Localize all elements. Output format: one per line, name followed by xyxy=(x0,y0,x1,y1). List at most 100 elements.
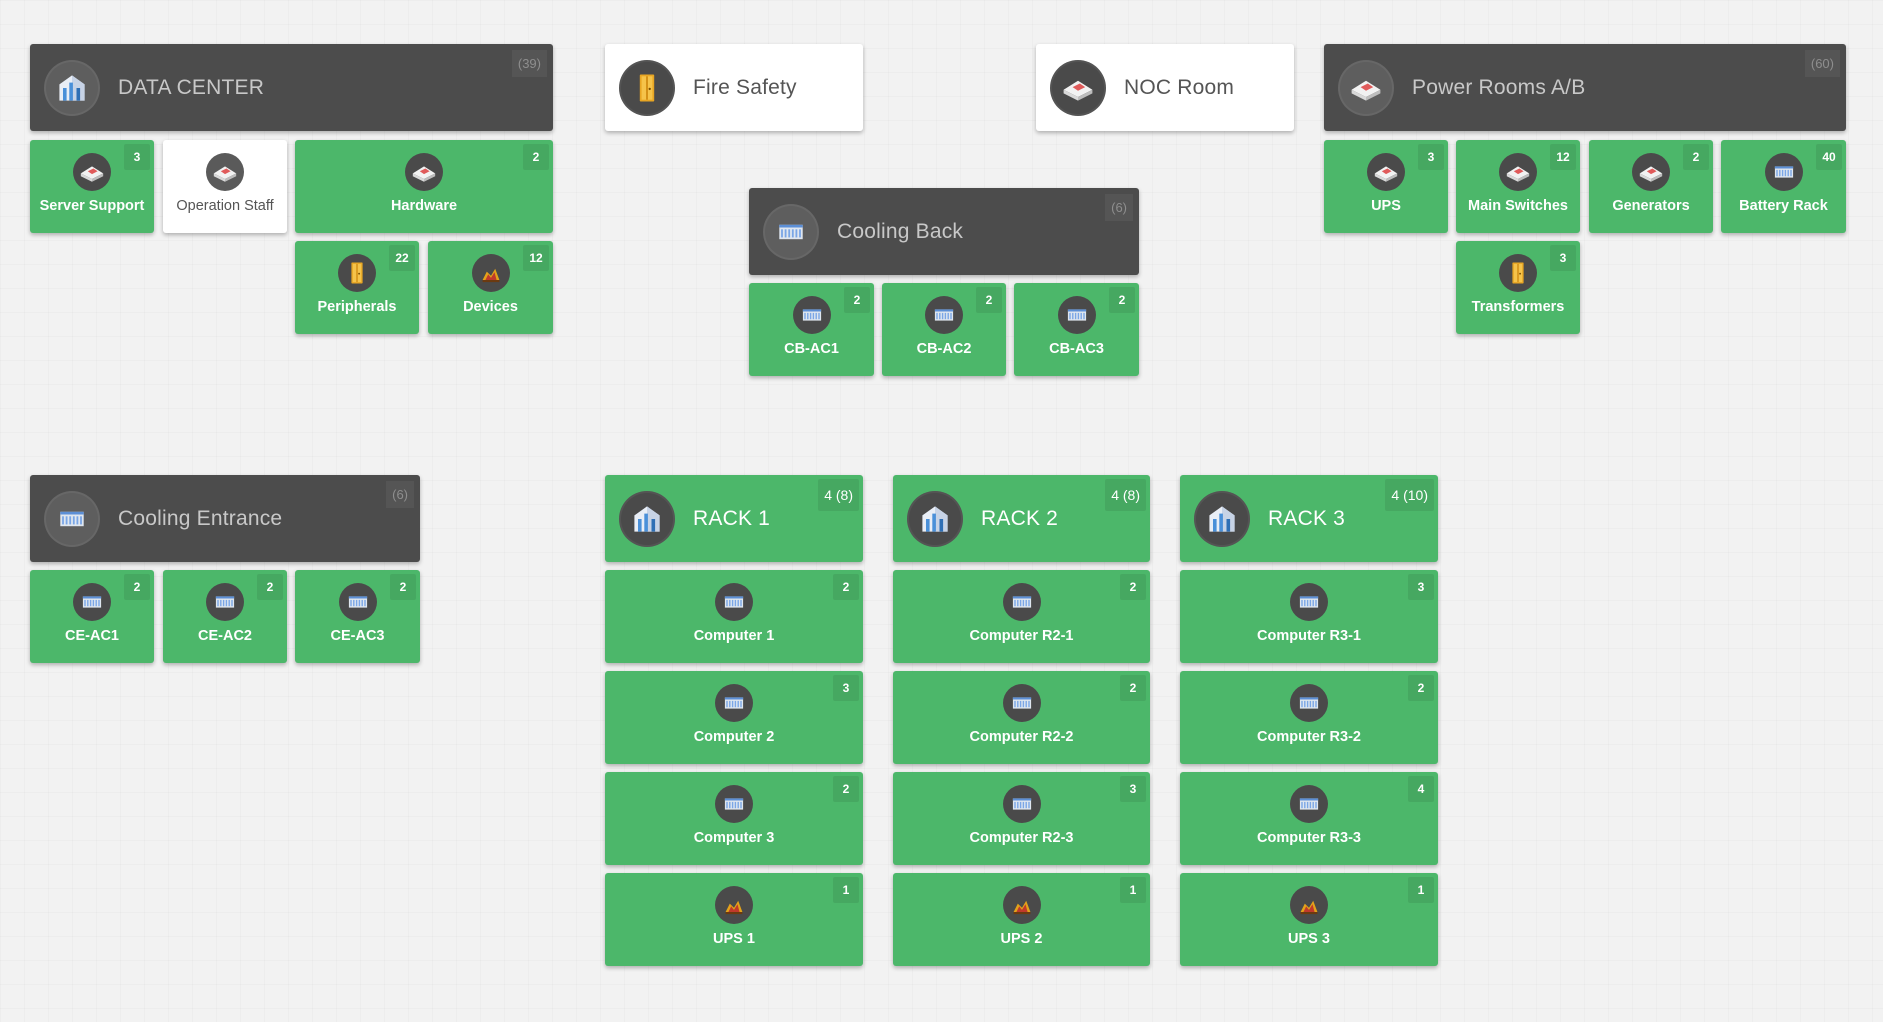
device-tile-computer-r2-2[interactable]: 2 Computer R2-2 xyxy=(893,671,1150,764)
tile-label: Computer 3 xyxy=(693,830,775,846)
tile-label: CE-AC3 xyxy=(330,628,385,644)
server-icon xyxy=(1002,583,1041,621)
device-tile-computer-r3-3[interactable]: 4 Computer R3-3 xyxy=(1180,772,1438,865)
tile-label: Main Switches xyxy=(1468,198,1568,214)
group-count: (6) xyxy=(386,481,414,508)
group-header-power-rooms[interactable]: Power Rooms A/B (60) xyxy=(1324,44,1846,131)
house-box-icon xyxy=(1632,153,1670,191)
count-badge: 2 xyxy=(844,287,870,313)
device-tile-hardware[interactable]: 2 Hardware xyxy=(295,140,553,233)
tile-label: Battery Rack xyxy=(1739,198,1828,214)
device-tile-ups-1[interactable]: 1 UPS 1 xyxy=(605,873,863,966)
count-badge: 2 xyxy=(257,574,283,600)
group-count: (39) xyxy=(511,50,547,77)
count-badge: 12 xyxy=(523,245,549,271)
device-tile-cb-ac3[interactable]: 2 CB-AC3 xyxy=(1014,283,1139,376)
group-header-rack-1[interactable]: RACK 1 4 (8) xyxy=(605,475,863,562)
device-tile-transformers[interactable]: 3 Transformers xyxy=(1456,241,1580,334)
server-icon xyxy=(715,785,753,823)
group-header-fire-safety[interactable]: Fire Safety xyxy=(605,44,863,131)
device-tile-devices[interactable]: 12 Devices xyxy=(428,241,553,334)
tile-label: Generators xyxy=(1612,198,1690,214)
tile-label: CB-AC2 xyxy=(916,341,972,357)
device-tile-cb-ac1[interactable]: 2 CB-AC1 xyxy=(749,283,874,376)
tile-label: CE-AC1 xyxy=(65,628,119,644)
device-tile-computer-r3-1[interactable]: 3 Computer R3-1 xyxy=(1180,570,1438,663)
tile-label: Computer R3-1 xyxy=(1257,628,1361,644)
tile-label: UPS 2 xyxy=(1000,931,1043,947)
door-icon xyxy=(619,59,675,116)
house-box-icon xyxy=(1499,153,1537,191)
device-tile-ups-2[interactable]: 1 UPS 2 xyxy=(893,873,1150,966)
server-icon xyxy=(763,203,819,260)
server-icon xyxy=(792,296,831,334)
count-badge: 2 xyxy=(390,574,416,600)
server-icon xyxy=(1290,583,1328,621)
count-badge: 3 xyxy=(833,675,859,701)
device-tile-main-switches[interactable]: 12 Main Switches xyxy=(1456,140,1580,233)
group-title: Fire Safety xyxy=(693,75,797,99)
tile-label: Operation Staff xyxy=(176,198,274,214)
group-header-cooling-back[interactable]: Cooling Back (6) xyxy=(749,188,1139,275)
device-tile-computer-2[interactable]: 3 Computer 2 xyxy=(605,671,863,764)
server-icon xyxy=(1002,785,1041,823)
group-title: Cooling Back xyxy=(837,219,964,243)
house-box-icon xyxy=(405,153,443,191)
device-tile-computer-3[interactable]: 2 Computer 3 xyxy=(605,772,863,865)
door-icon xyxy=(1499,254,1537,292)
device-tile-cb-ac2[interactable]: 2 CB-AC2 xyxy=(882,283,1006,376)
device-tile-ups[interactable]: 3 UPS xyxy=(1324,140,1448,233)
group-header-data-center[interactable]: DATA CENTER (39) xyxy=(30,44,553,131)
device-tile-operation-staff[interactable]: Operation Staff xyxy=(163,140,287,233)
group-header-noc-room[interactable]: NOC Room xyxy=(1036,44,1294,131)
fire-icon xyxy=(1002,886,1041,924)
device-tile-battery-rack[interactable]: 40 Battery Rack xyxy=(1721,140,1846,233)
building-icon xyxy=(44,59,100,116)
device-tile-generators[interactable]: 2 Generators xyxy=(1589,140,1713,233)
group-title: Power Rooms A/B xyxy=(1412,75,1586,99)
group-title: RACK 1 xyxy=(693,506,771,530)
server-icon xyxy=(44,490,100,547)
group-title: NOC Room xyxy=(1124,75,1235,99)
count-badge: 2 xyxy=(833,776,859,802)
count-badge: 2 xyxy=(1408,675,1434,701)
device-tile-ce-ac2[interactable]: 2 CE-AC2 xyxy=(163,570,287,663)
house-box-icon xyxy=(1338,59,1394,116)
count-badge: 2 xyxy=(1683,144,1709,170)
group-header-cooling-entrance[interactable]: Cooling Entrance (6) xyxy=(30,475,420,562)
tile-label: CE-AC2 xyxy=(198,628,252,644)
device-tile-computer-r2-1[interactable]: 2 Computer R2-1 xyxy=(893,570,1150,663)
device-tile-computer-r2-3[interactable]: 3 Computer R2-3 xyxy=(893,772,1150,865)
device-tile-ce-ac1[interactable]: 2 CE-AC1 xyxy=(30,570,154,663)
device-tile-computer-1[interactable]: 2 Computer 1 xyxy=(605,570,863,663)
count-badge: 2 xyxy=(1120,574,1146,600)
device-tile-computer-r3-2[interactable]: 2 Computer R3-2 xyxy=(1180,671,1438,764)
tile-label: Hardware xyxy=(390,198,458,214)
count-badge: 22 xyxy=(389,245,415,271)
tile-label: Computer R3-3 xyxy=(1257,830,1361,846)
group-header-rack-3[interactable]: RACK 3 4 (10) xyxy=(1180,475,1438,562)
count-badge: 3 xyxy=(1418,144,1444,170)
tile-label: Peripherals xyxy=(317,299,397,315)
tile-label: Computer 2 xyxy=(693,729,775,745)
device-tile-ups-3[interactable]: 1 UPS 3 xyxy=(1180,873,1438,966)
tile-label: UPS 3 xyxy=(1288,931,1330,947)
group-title: Cooling Entrance xyxy=(118,506,283,530)
count-badge: 2 xyxy=(976,287,1002,313)
count-badge: 3 xyxy=(1408,574,1434,600)
tile-label: Computer R2-3 xyxy=(969,830,1074,846)
house-box-icon xyxy=(1367,153,1405,191)
tile-label: CB-AC1 xyxy=(784,341,839,357)
server-icon xyxy=(1002,684,1041,722)
group-header-rack-2[interactable]: RACK 2 4 (8) xyxy=(893,475,1150,562)
server-icon xyxy=(925,296,963,334)
count-badge: 4 xyxy=(1408,776,1434,802)
tile-label: Computer R3-2 xyxy=(1257,729,1361,745)
server-icon xyxy=(1290,684,1328,722)
device-tile-ce-ac3[interactable]: 2 CE-AC3 xyxy=(295,570,420,663)
house-box-icon xyxy=(206,153,244,191)
group-count: 4 (8) xyxy=(818,479,859,511)
device-tile-server-support[interactable]: 3 Server Support xyxy=(30,140,154,233)
fire-icon xyxy=(1290,886,1328,924)
device-tile-peripherals[interactable]: 22 Peripherals xyxy=(295,241,419,334)
